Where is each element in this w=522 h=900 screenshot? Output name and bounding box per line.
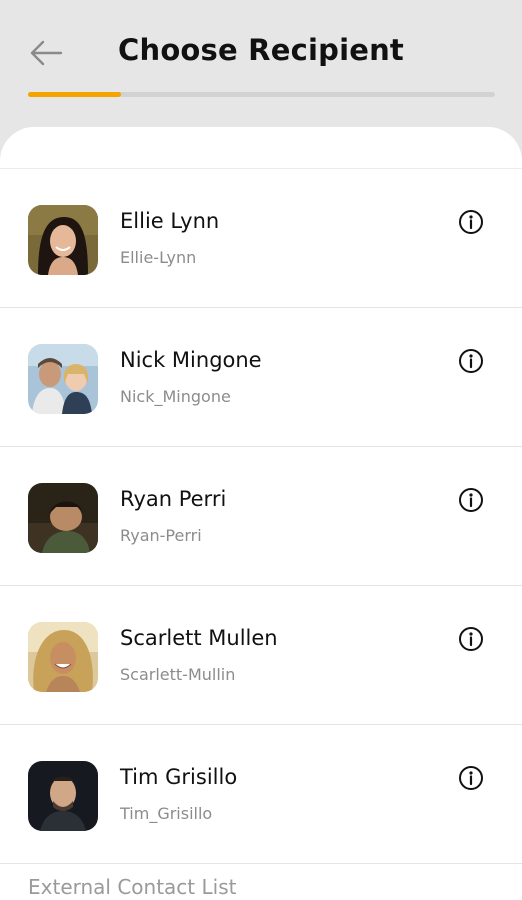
contact-username: Tim_Grisillo (120, 804, 213, 823)
contact-list: Ellie Lynn Ellie-Lynn Nick Mingone Nick_… (0, 169, 522, 864)
contact-username: Nick_Mingone (120, 387, 231, 406)
info-circle-icon[interactable] (458, 765, 484, 791)
external-contact-list-link[interactable]: External Contact List (28, 875, 236, 899)
avatar (28, 622, 98, 692)
header: Choose Recipient (0, 0, 522, 128)
contact-username: Ryan-Perri (120, 526, 202, 545)
contact-name: Ryan Perri (120, 487, 227, 511)
contact-row-ellie-lynn[interactable]: Ellie Lynn Ellie-Lynn (0, 169, 522, 308)
info-circle-icon[interactable] (458, 348, 484, 374)
avatar (28, 205, 98, 275)
contact-name: Tim Grisillo (120, 765, 238, 789)
info-circle-icon[interactable] (458, 487, 484, 513)
recipient-sheet: Ellie Lynn Ellie-Lynn Nick Mingone Nick_… (0, 127, 522, 900)
contact-row-nick-mingone[interactable]: Nick Mingone Nick_Mingone (0, 308, 522, 447)
step-progress-fill (28, 92, 122, 97)
page-title: Choose Recipient (117, 33, 404, 67)
step-progress-bar (28, 92, 495, 97)
contact-name: Nick Mingone (120, 348, 262, 372)
contact-username: Scarlett-Mullin (120, 665, 236, 684)
avatar (28, 483, 98, 553)
contact-username: Ellie-Lynn (120, 248, 197, 267)
contact-row-ryan-perri[interactable]: Ryan Perri Ryan-Perri (0, 447, 522, 586)
info-circle-icon[interactable] (458, 626, 484, 652)
avatar (28, 344, 98, 414)
choose-recipient-screen: Choose Recipient Ellie Lynn Ellie-Lynn N… (0, 0, 522, 900)
contact-name: Ellie Lynn (120, 209, 220, 233)
contact-row-scarlett-mullen[interactable]: Scarlett Mullen Scarlett-Mullin (0, 586, 522, 725)
contact-name: Scarlett Mullen (120, 626, 278, 650)
info-circle-icon[interactable] (458, 209, 484, 235)
contact-row-tim-grisillo[interactable]: Tim Grisillo Tim_Grisillo (0, 725, 522, 864)
avatar (28, 761, 98, 831)
